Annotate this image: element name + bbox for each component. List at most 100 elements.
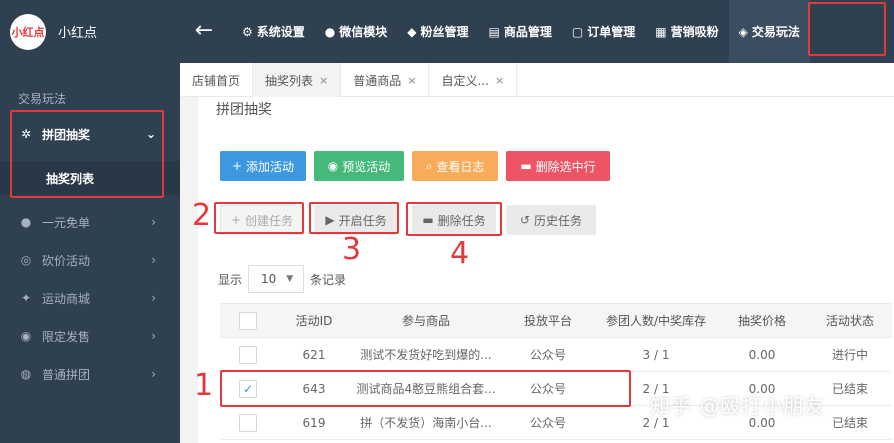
sidebar-item-free-order[interactable]: ● 一元免单 › bbox=[0, 203, 180, 241]
target-icon: ◎ bbox=[20, 253, 32, 267]
grid-icon: ▦ bbox=[655, 24, 667, 39]
column-header[interactable]: 活动状态 bbox=[808, 303, 892, 338]
row-select-cell bbox=[220, 337, 276, 372]
create-task-button[interactable]: + 创建任务 bbox=[220, 205, 304, 235]
brand: 小红点 小红点 bbox=[0, 0, 180, 63]
tab-label: 自定义... bbox=[441, 73, 489, 88]
plus-icon: + bbox=[230, 213, 242, 227]
back-arrow-icon[interactable]: ← bbox=[192, 18, 216, 44]
table-row[interactable]: 621 测试不发货好吃到爆的... 公众号 3 / 1 0.00 进行中 bbox=[220, 337, 892, 372]
column-header[interactable]: 投放平台 bbox=[500, 303, 596, 338]
tab-label: 普通商品 bbox=[353, 73, 402, 88]
sidebar-item-bargain[interactable]: ◎ 砍价活动 › bbox=[0, 241, 180, 279]
row-checkbox[interactable] bbox=[239, 345, 257, 364]
cell-count: 3 / 1 bbox=[596, 337, 716, 372]
trash-icon: ▬ bbox=[520, 159, 532, 173]
wechat-icon: ● bbox=[324, 24, 336, 39]
sidebar-item-label: 一元免单 bbox=[42, 215, 91, 230]
brand-logo: 小红点 bbox=[10, 13, 46, 50]
page-size-select[interactable]: 10 ▼ bbox=[248, 265, 305, 293]
sidebar-item-label: 拼团抽奖 bbox=[42, 127, 91, 142]
column-header[interactable]: 参团人数/中奖库存 bbox=[596, 303, 716, 338]
nav-trade-play[interactable]: ◈ 交易玩法 bbox=[728, 0, 810, 63]
brand-name: 小红点 bbox=[58, 26, 98, 41]
sidebar-item-sports-mall[interactable]: ✦ 运动商城 › bbox=[0, 279, 180, 317]
page-tabs: 店铺首页 抽奖列表 × 普通商品 × 自定义... × bbox=[180, 63, 894, 97]
sidebar-item-normal-group[interactable]: ◍ 普通拼团 › bbox=[0, 355, 180, 393]
preview-activity-button[interactable]: ◉ 预览活动 bbox=[314, 151, 404, 181]
eye-icon: ◉ bbox=[327, 159, 339, 173]
add-activity-button[interactable]: + 添加活动 bbox=[220, 151, 306, 181]
nav-fans-management[interactable]: ◆ 粉丝管理 bbox=[397, 0, 478, 63]
records-label: 条记录 bbox=[310, 272, 347, 287]
sidebar-item-group-lottery[interactable]: ✲ 拼团抽奖 ⌄ bbox=[0, 115, 180, 153]
sidebar-item-label: 运动商城 bbox=[42, 291, 91, 306]
button-label: 查看日志 bbox=[436, 159, 485, 174]
sidebar-subitem-lottery-list[interactable]: 抽奖列表 bbox=[0, 161, 180, 195]
table-header-row: 活动ID 参与商品 投放平台 参团人数/中奖库存 抽奖价格 活动状态 bbox=[220, 303, 892, 338]
sidebar-item-label: 砍价活动 bbox=[42, 253, 91, 268]
watermark: 知乎 @殴打小朋友 bbox=[650, 394, 826, 418]
nav-marketing[interactable]: ▦ 营销吸粉 bbox=[645, 0, 728, 63]
start-task-button[interactable]: ▶ 开启任务 bbox=[314, 205, 398, 235]
sidebar-item-limited-sale[interactable]: ◉ 限定发售 › bbox=[0, 317, 180, 355]
play-icon: ▶ bbox=[325, 213, 335, 227]
nav-label: 微信模块 bbox=[339, 25, 388, 39]
nav-product-management[interactable]: ▤ 商品管理 bbox=[479, 0, 562, 63]
nav-wechat-module[interactable]: ● 微信模块 bbox=[315, 0, 398, 63]
tag-icon: ◈ bbox=[738, 24, 748, 39]
trash-icon: ▬ bbox=[422, 213, 434, 227]
button-label: 删除任务 bbox=[437, 213, 486, 228]
page-title: 拼团抽奖 bbox=[216, 102, 272, 118]
close-icon[interactable]: × bbox=[407, 74, 416, 87]
nav-order-management[interactable]: ▢ 订单管理 bbox=[562, 0, 645, 63]
nav-system-settings[interactable]: ⚙ 系统设置 bbox=[232, 0, 315, 63]
nav-label: 系统设置 bbox=[256, 25, 305, 39]
stop-icon: ◍ bbox=[20, 367, 32, 381]
button-label: 历史任务 bbox=[534, 213, 583, 228]
view-log-button[interactable]: ⌕ 查看日志 bbox=[412, 151, 498, 181]
cell-product: 测试商品4憨豆熊组合套... bbox=[352, 371, 500, 406]
row-checkbox-checked[interactable]: ✓ bbox=[239, 379, 257, 398]
sidebar-item-label: 普通拼团 bbox=[42, 367, 91, 382]
tab-lottery-list[interactable]: 抽奖列表 × bbox=[253, 63, 342, 97]
close-icon[interactable]: × bbox=[495, 74, 504, 87]
tab-label: 抽奖列表 bbox=[265, 73, 314, 88]
history-task-button[interactable]: ↺ 历史任务 bbox=[506, 205, 596, 235]
caret-down-icon: ▼ bbox=[286, 274, 294, 284]
cell-status: 进行中 bbox=[808, 337, 892, 372]
cell-platform: 公众号 bbox=[500, 371, 596, 406]
chevron-right-icon: › bbox=[151, 253, 156, 267]
runner-icon: ✦ bbox=[20, 291, 32, 305]
sidebar: 交易玩法 ✲ 拼团抽奖 ⌄ 抽奖列表 ● 一元免单 › ◎ 砍价活动 › ✦ 运… bbox=[0, 63, 180, 443]
nav-label: 订单管理 bbox=[587, 25, 636, 39]
chevron-right-icon: › bbox=[151, 215, 156, 229]
delete-selected-button[interactable]: ▬ 删除选中行 bbox=[506, 151, 610, 181]
activity-table: 活动ID 参与商品 投放平台 参团人数/中奖库存 抽奖价格 活动状态 621 测… bbox=[220, 303, 892, 440]
tab-custom[interactable]: 自定义... × bbox=[429, 63, 518, 97]
diamond-icon: ◆ bbox=[407, 24, 417, 39]
delete-task-button[interactable]: ▬ 删除任务 bbox=[412, 205, 496, 235]
chevron-right-icon: › bbox=[151, 329, 156, 343]
close-icon[interactable]: × bbox=[319, 74, 328, 87]
select-all-checkbox[interactable] bbox=[239, 311, 257, 330]
column-header[interactable]: 参与商品 bbox=[352, 303, 500, 338]
column-header[interactable]: 抽奖价格 bbox=[716, 303, 808, 338]
plus-icon: + bbox=[231, 159, 243, 173]
cell-platform: 公众号 bbox=[500, 405, 596, 440]
show-label: 显示 bbox=[218, 272, 243, 287]
tab-normal-products[interactable]: 普通商品 × bbox=[341, 63, 430, 97]
cart-icon: ▤ bbox=[488, 24, 500, 39]
select-all-header bbox=[220, 303, 276, 338]
gear-icon: ⚙ bbox=[242, 24, 253, 39]
cell-id: 621 bbox=[276, 337, 352, 372]
top-nav: ⚙ 系统设置 ● 微信模块 ◆ 粉丝管理 ▤ 商品管理 ▢ 订单管理 ▦ 营销吸粉 ◈ 交易玩… bbox=[232, 0, 810, 63]
button-label: 添加活动 bbox=[246, 159, 295, 174]
column-header[interactable]: 活动ID bbox=[276, 303, 352, 338]
row-checkbox[interactable] bbox=[239, 413, 257, 432]
chevron-down-icon: ⌄ bbox=[145, 127, 156, 141]
tab-shop-home[interactable]: 店铺首页 bbox=[180, 63, 254, 97]
cell-product: 测试不发货好吃到爆的... bbox=[352, 337, 500, 372]
cell-id: 619 bbox=[276, 405, 352, 440]
chevron-right-icon: › bbox=[151, 367, 156, 381]
